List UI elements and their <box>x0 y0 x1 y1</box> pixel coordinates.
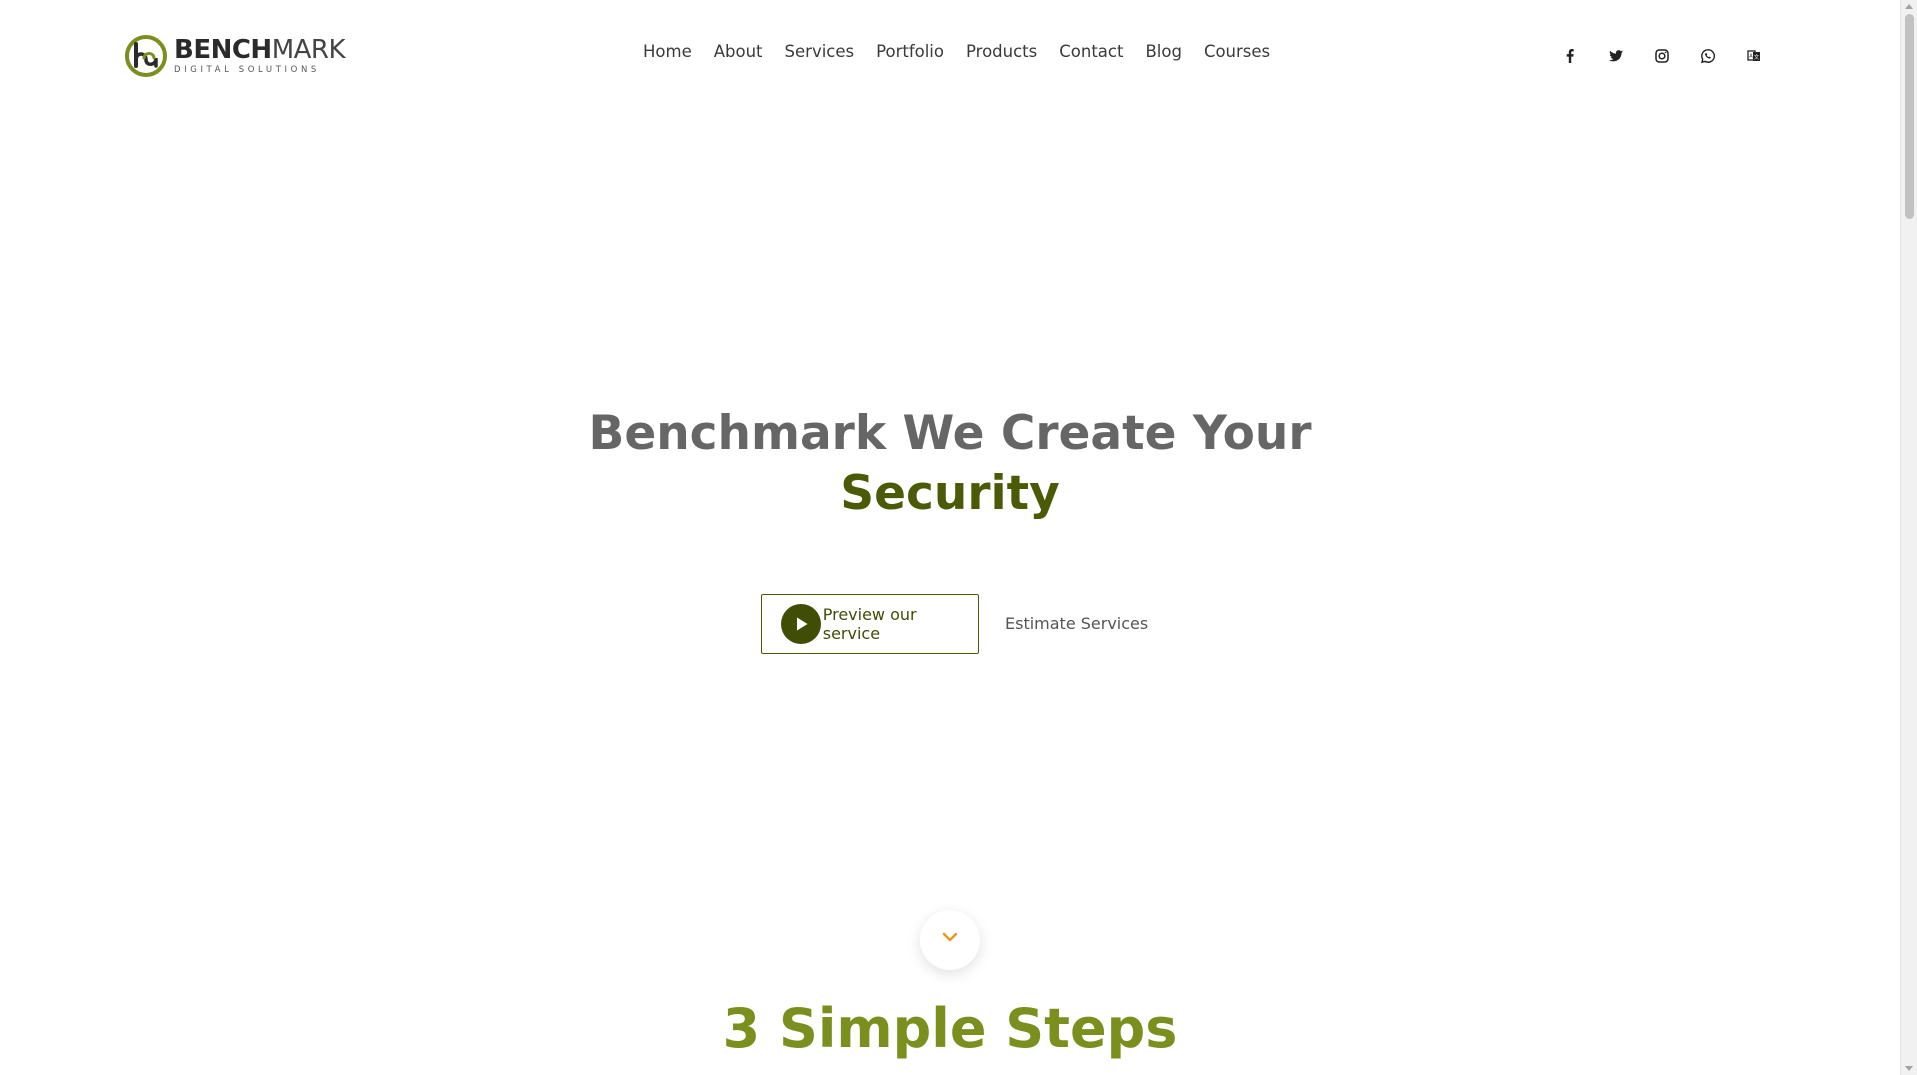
scroll-down-arrow-icon[interactable] <box>1905 1066 1913 1071</box>
nav-item-home[interactable]: Home <box>643 42 692 61</box>
nav-item-products[interactable]: Products <box>966 42 1037 61</box>
page-scrollbar[interactable] <box>1900 0 1917 1075</box>
play-icon <box>781 604 821 644</box>
logo-text: BENCHMARK DIGITAL SOLUTIONS <box>174 35 346 76</box>
hero-title: Benchmark We Create Your Security <box>0 404 1900 524</box>
nav-item-contact[interactable]: Contact <box>1059 42 1123 61</box>
estimate-services-link[interactable]: Estimate Services <box>1005 614 1148 633</box>
translate-icon[interactable]: 文A <box>1742 44 1766 68</box>
scrollbar-thumb[interactable] <box>1905 14 1914 219</box>
whatsapp-icon[interactable] <box>1696 44 1720 68</box>
page: BENCHMARK DIGITAL SOLUTIONS Home About S… <box>0 0 1900 1075</box>
logo-tagline: DIGITAL SOLUTIONS <box>174 65 320 76</box>
brand-logo[interactable]: BENCHMARK DIGITAL SOLUTIONS <box>124 32 346 80</box>
chevron-down-icon <box>942 932 958 942</box>
svg-text:A: A <box>1749 54 1753 60</box>
scroll-down-button[interactable] <box>920 910 980 970</box>
nav-item-portfolio[interactable]: Portfolio <box>876 42 944 61</box>
nav-item-about[interactable]: About <box>714 42 763 61</box>
social-links: 文A <box>1558 44 1788 68</box>
twitter-icon[interactable] <box>1604 44 1628 68</box>
logo-mark-icon <box>125 35 167 77</box>
preview-service-label: Preview our service <box>822 605 917 643</box>
main-nav: Home About Services Portfolio Products C… <box>643 42 1292 61</box>
facebook-icon[interactable] <box>1558 44 1582 68</box>
steps-section-title: 3 Simple Steps <box>722 997 1178 1060</box>
svg-text:文: 文 <box>1754 53 1760 61</box>
nav-item-services[interactable]: Services <box>785 42 855 61</box>
logo-wordmark: BENCHMARK <box>174 35 346 66</box>
nav-item-courses[interactable]: Courses <box>1204 42 1270 61</box>
preview-service-button[interactable]: Preview our service <box>761 594 979 654</box>
instagram-icon[interactable] <box>1650 44 1674 68</box>
hero-title-accent: Security <box>840 466 1060 521</box>
nav-item-blog[interactable]: Blog <box>1145 42 1181 61</box>
hero-title-line: Benchmark We Create Your <box>588 406 1312 461</box>
scroll-up-arrow-icon[interactable] <box>1905 4 1913 9</box>
